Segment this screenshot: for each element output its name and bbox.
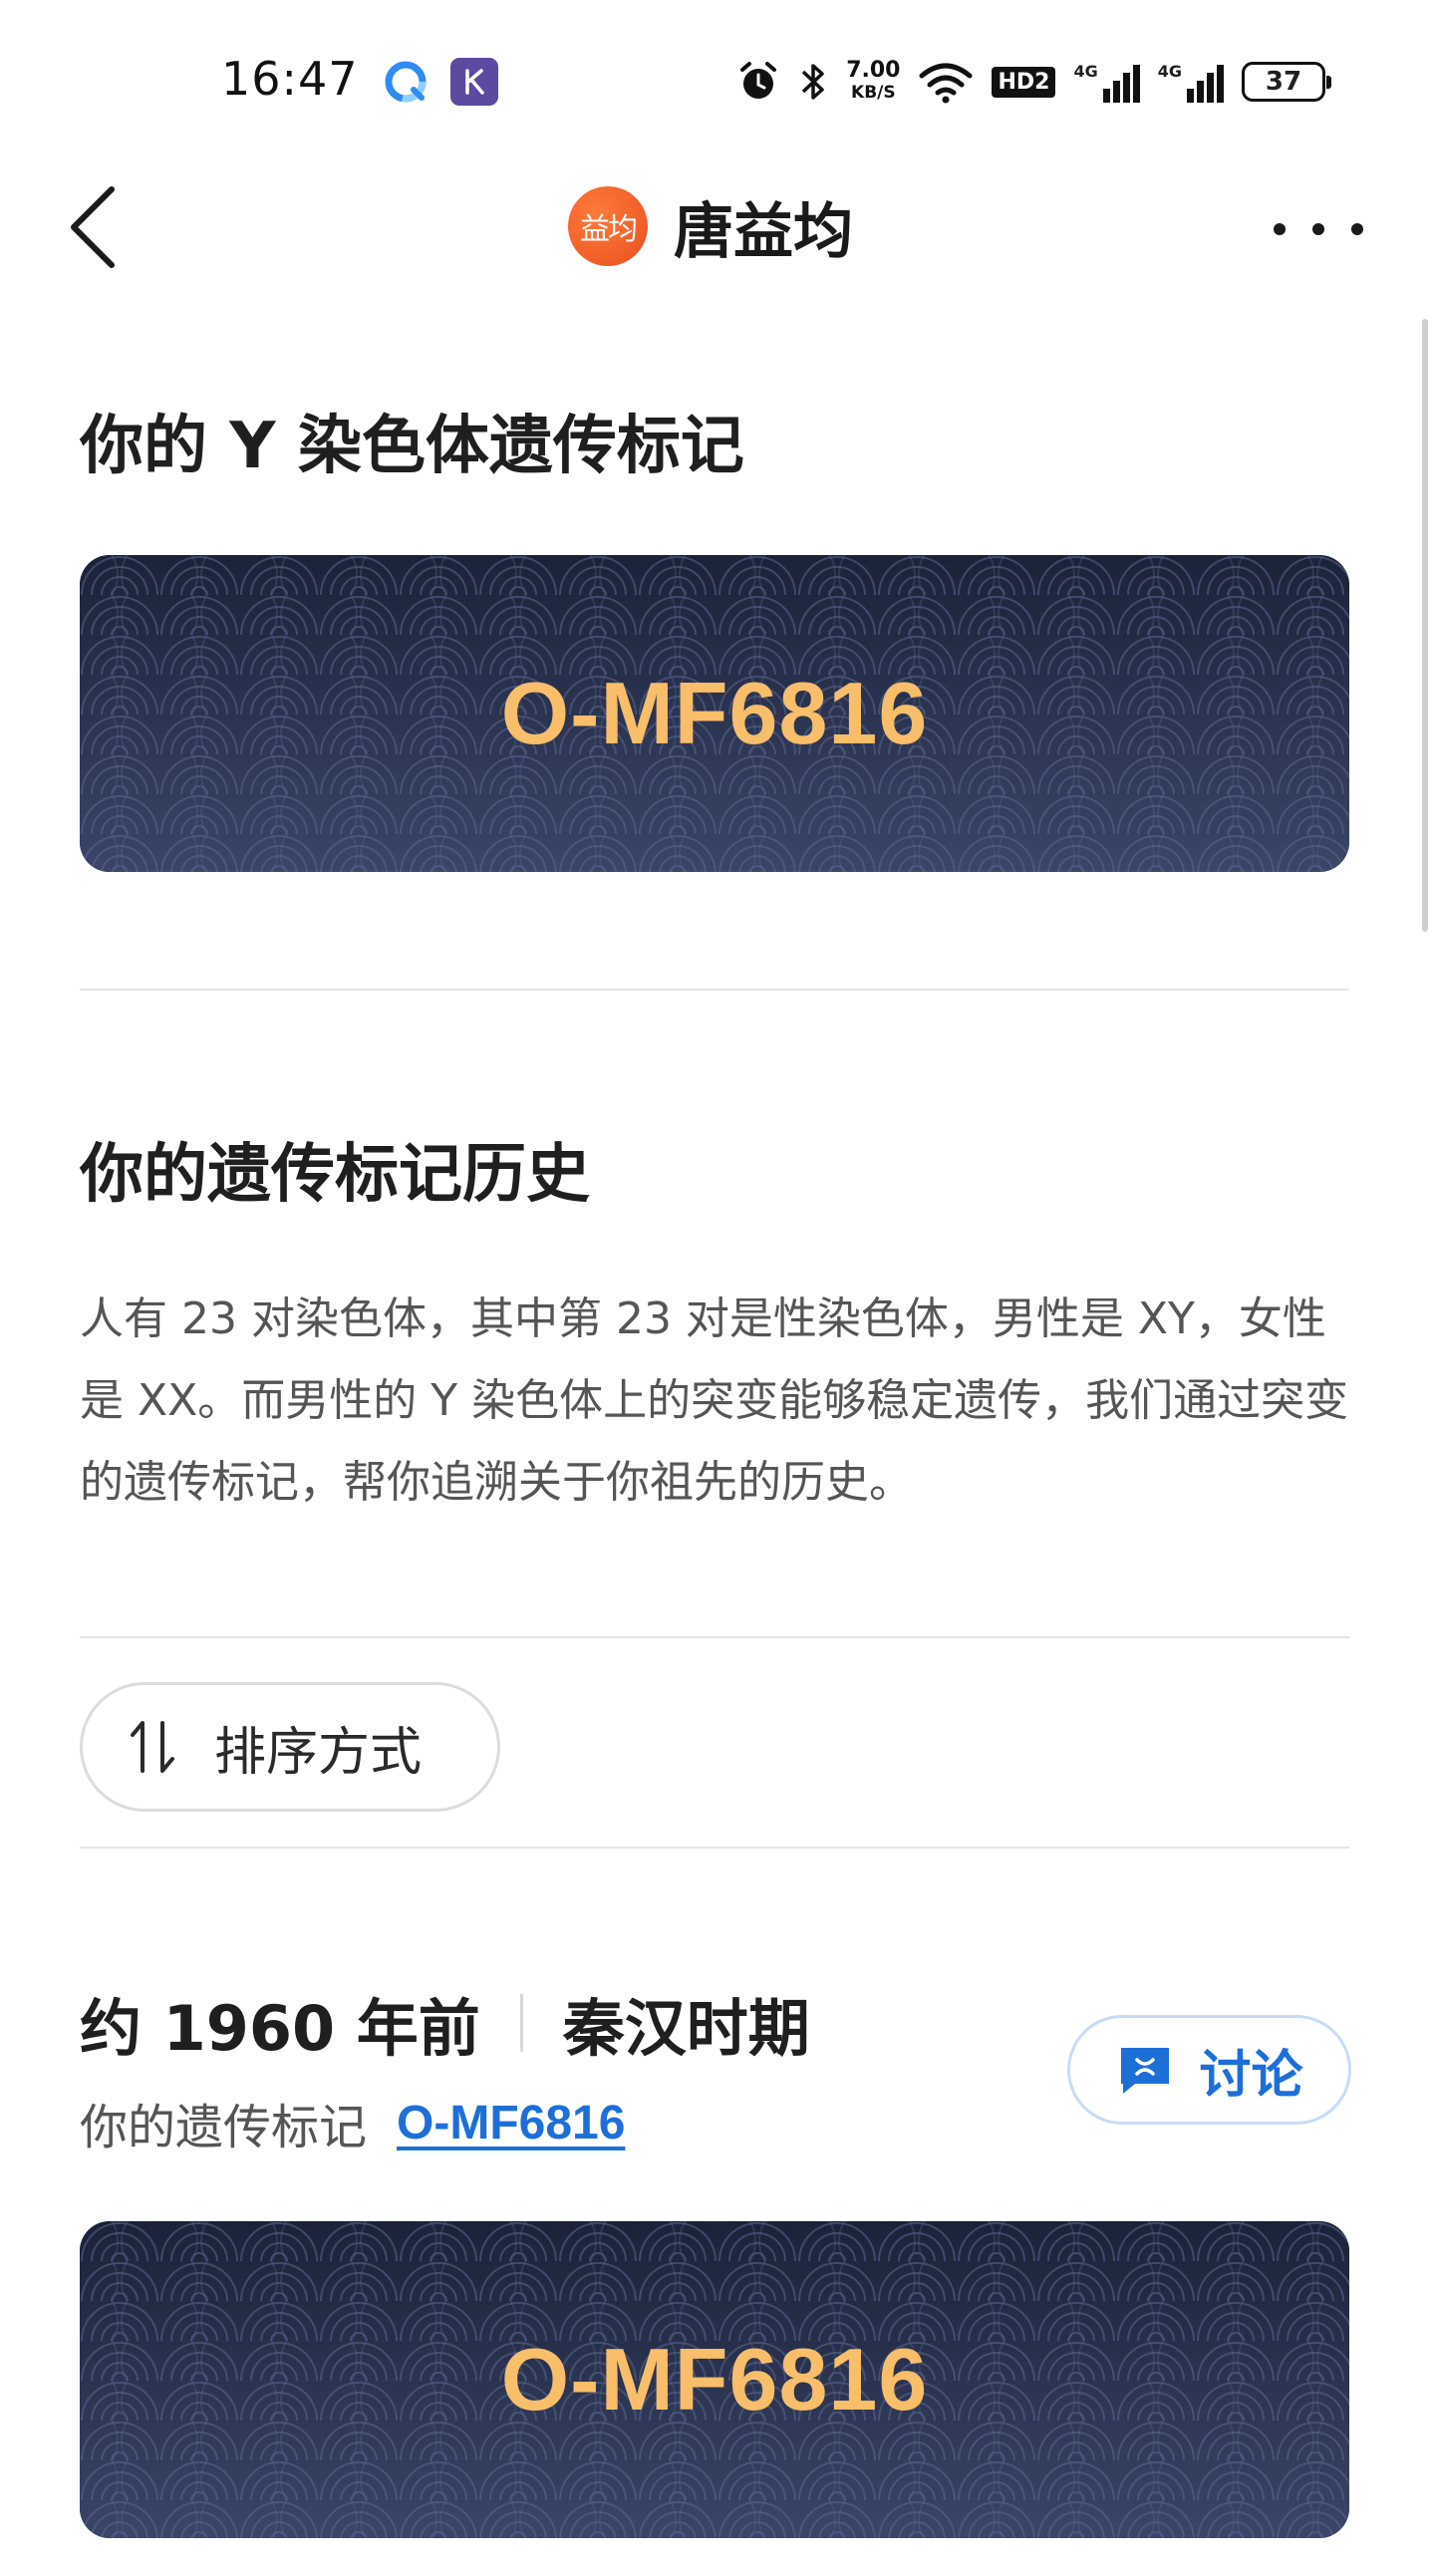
page-title: 唐益均 [674,196,853,267]
discuss-button[interactable]: 讨论 [1067,2015,1351,2125]
era-header: 约 1960 年前 秦汉时期 [80,1978,810,2068]
era-period: 秦汉时期 [562,1992,810,2065]
discussion-icon [1121,2048,1170,2094]
status-indicators: 7.00 KB/S HD2 4G 4G 37 [736,52,1331,112]
scrollbar[interactable] [1422,319,1428,932]
era-card-code: O-MF6816 [500,2330,929,2429]
era-marker-card: O-MF6816 [80,2221,1349,2538]
more-dot-icon [1351,223,1363,235]
signal-strength-sim2-icon: 4G [1158,62,1224,103]
era-marker-link[interactable]: O-MF6816 [397,2096,625,2150]
divider [80,989,1349,991]
history-description: 人有 23 对染色体，其中第 23 对是性染色体，男性是 XY，女性是 XX。而… [80,1293,1349,1508]
network-speed-unit: KB/S [851,83,896,103]
sim1-network-label: 4G [1073,61,1098,81]
nav-bar: 益均 唐益均 [0,149,1435,299]
back-button[interactable] [60,177,140,277]
battery-level: 37 [1265,67,1302,97]
sim2-network-label: 4G [1157,61,1182,81]
network-speed-value: 7.00 [846,58,901,83]
more-options-button[interactable] [1274,204,1363,254]
era-time-ago: 约 1960 年前 [80,1992,480,2065]
alarm-icon [740,62,777,99]
y-marker-card: O-MF6816 [80,555,1349,872]
more-dot-icon [1312,223,1324,235]
wifi-icon [919,63,973,104]
sort-icon [131,1721,174,1773]
sort-button-label: 排序方式 [214,1722,423,1783]
network-speed: 7.00 KB/S [846,60,900,104]
history-heading: 你的遗传标记历史 [80,1138,590,1212]
era-marker-prefix: 你的遗传标记 [80,2100,368,2155]
k-app-icon [450,58,498,106]
y-marker-code: O-MF6816 [500,664,929,762]
era-marker-line: 你的遗传标记 O-MF6816 [80,2088,625,2157]
era-separator [519,1994,523,2052]
chevron-left-icon [71,186,115,268]
avatar: 益均 [568,186,648,266]
hd-voice-badge: HD2 [992,66,1056,98]
status-time: 16:47 [221,52,359,106]
page: 16:47 7.00 KB/S HD2 4G 4G 37 益均 唐益均 你的 Y… [0,0,1435,2576]
y-marker-heading: 你的 Y 染色体遗传标记 [80,410,744,483]
browser-app-icon [384,60,428,104]
more-dot-icon [1274,223,1286,235]
signal-strength-sim1-icon: 4G [1073,61,1140,103]
sort-button[interactable]: 排序方式 [80,1682,500,1812]
discuss-button-label: 讨论 [1199,2045,1303,2106]
divider [80,1847,1349,1849]
status-bar: 16:47 7.00 KB/S HD2 4G 4G 37 [0,0,1435,149]
divider [80,1636,1349,1638]
nav-profile: 益均 唐益均 [568,181,853,271]
battery-icon: 37 [1242,62,1331,102]
bluetooth-icon [801,64,824,100]
